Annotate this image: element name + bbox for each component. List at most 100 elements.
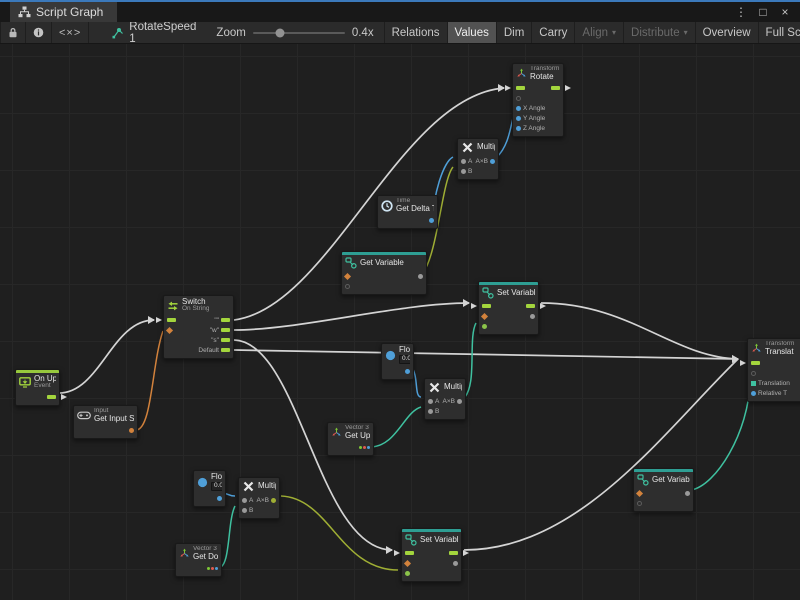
tab-script-graph[interactable]: Script Graph xyxy=(10,2,117,22)
kebab-menu-icon[interactable]: ⋮ xyxy=(732,5,750,19)
toolbar-button-overview[interactable]: Overview xyxy=(696,22,759,43)
node-value-field[interactable]: 0.01 xyxy=(211,482,222,491)
port-vec-out[interactable] xyxy=(207,567,218,570)
wire-input-to-switch[interactable] xyxy=(136,331,163,430)
port-vec-out[interactable] xyxy=(359,446,370,449)
port-dot-gray[interactable] xyxy=(453,561,458,566)
code-button[interactable]: <×> xyxy=(52,22,89,43)
node-get-up[interactable]: Vector 3Get Up xyxy=(327,422,374,456)
port-dot-gray[interactable] xyxy=(685,491,690,496)
port-dot-gray[interactable] xyxy=(418,274,423,279)
node-title: Multiply xyxy=(444,383,462,391)
port-dot-gray[interactable] xyxy=(428,409,433,414)
maximize-icon[interactable]: □ xyxy=(754,5,772,19)
port-diamond[interactable] xyxy=(166,327,173,334)
graph-breadcrumb[interactable]: RotateSpeed 1 xyxy=(89,22,206,43)
wire-multiply-bot-to-setvar-bot[interactable] xyxy=(281,496,398,570)
node-multiply-bot[interactable]: MultiplyAA×BB xyxy=(238,477,280,519)
flow-arrow-out xyxy=(565,85,571,91)
port-diamond[interactable] xyxy=(636,489,643,496)
node-get-down[interactable]: Vector 3Get Down xyxy=(175,543,222,577)
node-set-variable-bot[interactable]: Set Variable xyxy=(401,528,462,582)
port-dim[interactable] xyxy=(516,96,521,101)
port-flow-in-ext[interactable] xyxy=(167,318,176,322)
port-dot-green[interactable] xyxy=(405,571,410,576)
wire-getup-to-multiply-mid[interactable] xyxy=(370,407,421,447)
port-dot-green[interactable] xyxy=(482,324,487,329)
node-value-field[interactable]: 0.01 xyxy=(399,355,410,364)
port-dot-blue[interactable] xyxy=(217,496,222,501)
zoom-slider[interactable] xyxy=(253,32,345,34)
port-flow-out[interactable] xyxy=(221,338,230,342)
port-dot-blue[interactable] xyxy=(516,116,521,121)
node-switch-on-string[interactable]: SwitchOn String"""w""s"Default xyxy=(163,295,234,359)
port-dot-blue[interactable] xyxy=(516,126,521,131)
port-dot-blue[interactable] xyxy=(516,106,521,111)
port-dim[interactable] xyxy=(751,371,756,376)
port-diamond[interactable] xyxy=(404,559,411,566)
port-dot-gray[interactable] xyxy=(461,169,466,174)
wire-multiply-mid-to-setvar-mid[interactable] xyxy=(465,323,476,397)
port-dim[interactable] xyxy=(345,284,350,289)
wire-setvar-mid-to-translate[interactable] xyxy=(541,303,738,359)
wire-setvar-bot-to-translate[interactable] xyxy=(464,359,738,550)
port-flow-out-ext[interactable] xyxy=(449,551,458,555)
toolbar-button-distribute[interactable]: Distribute▾ xyxy=(624,22,696,43)
port-dot-blue[interactable] xyxy=(429,218,434,223)
port-flow-out-ext[interactable] xyxy=(47,395,56,399)
wire-switch-case2-to-setvar-mid[interactable] xyxy=(234,303,469,330)
graph-canvas[interactable]: TransformRotateX AngleY AngleZ Angle Mult… xyxy=(0,44,800,600)
port-dot-gray[interactable] xyxy=(242,508,247,513)
port-flow-out-ext[interactable] xyxy=(551,86,560,90)
lock-button[interactable] xyxy=(0,22,26,43)
port-dot-olive[interactable] xyxy=(271,498,276,503)
port-dot-gray[interactable] xyxy=(457,399,462,404)
port-flow-out[interactable] xyxy=(221,318,230,322)
toolbar-button-full-screen[interactable]: Full Screen xyxy=(759,22,800,43)
port-dot-gray[interactable] xyxy=(428,399,433,404)
wire-getvar-bot-to-translate[interactable] xyxy=(691,381,750,490)
node-get-delta-time[interactable]: TimeGet Delta Time xyxy=(377,195,438,229)
node-set-variable-mid[interactable]: Set Variable xyxy=(478,281,539,335)
port-flow-out[interactable] xyxy=(221,348,230,352)
port-dot-gray[interactable] xyxy=(242,498,247,503)
port-flow-in-ext[interactable] xyxy=(482,304,491,308)
wire-update-to-switch[interactable] xyxy=(59,320,154,393)
node-get-input-string[interactable]: InputGet Input Strin xyxy=(73,405,138,439)
zoom-slider-handle[interactable] xyxy=(276,28,285,37)
toolbar-button-carry[interactable]: Carry xyxy=(532,22,575,43)
port-dot-gray[interactable] xyxy=(530,314,535,319)
toolbar-button-dim[interactable]: Dim xyxy=(497,22,532,43)
port-dot-blue[interactable] xyxy=(751,391,756,396)
port-diamond[interactable] xyxy=(481,312,488,319)
wire-switch-default-to-translate[interactable] xyxy=(234,350,738,359)
port-dot-orange[interactable] xyxy=(129,428,134,433)
port-diamond[interactable] xyxy=(344,272,351,279)
close-icon[interactable]: × xyxy=(776,5,794,19)
toolbar-button-align[interactable]: Align▾ xyxy=(575,22,624,43)
node-multiply-mid[interactable]: MultiplyAA×BB xyxy=(424,378,466,420)
wire-arrowhead xyxy=(732,355,739,363)
node-rotate[interactable]: TransformRotateX AngleY AngleZ Angle xyxy=(512,63,564,137)
port-flow-out[interactable] xyxy=(221,328,230,332)
node-float-bot[interactable]: Float0.01 xyxy=(193,470,226,507)
wire-multiply-top-to-rotate[interactable] xyxy=(497,118,513,157)
toolbar-button-values[interactable]: Values xyxy=(448,22,497,43)
port-square-teal[interactable] xyxy=(751,381,756,386)
info-button[interactable] xyxy=(26,22,52,43)
port-dot-gray[interactable] xyxy=(461,159,466,164)
port-flow-in-ext[interactable] xyxy=(516,86,525,90)
node-translate[interactable]: TransformTranslatTranslationRelative T xyxy=(747,338,800,402)
port-dot-blue[interactable] xyxy=(490,159,495,164)
port-dim[interactable] xyxy=(637,501,642,506)
port-flow-out-ext[interactable] xyxy=(526,304,535,308)
port-flow-in-ext[interactable] xyxy=(405,551,414,555)
node-get-variable-bot[interactable]: Get Variable xyxy=(633,468,694,512)
node-on-update[interactable]: On UpdateEvent xyxy=(15,369,60,406)
port-dot-blue[interactable] xyxy=(405,369,410,374)
node-get-variable-top[interactable]: Get Variable xyxy=(341,251,427,295)
node-multiply-top[interactable]: MultiplyAA×BB xyxy=(457,138,499,180)
port-flow-in-ext[interactable] xyxy=(751,361,760,365)
node-float-mid[interactable]: Float0.01 xyxy=(381,343,414,380)
toolbar-button-relations[interactable]: Relations xyxy=(384,22,448,43)
